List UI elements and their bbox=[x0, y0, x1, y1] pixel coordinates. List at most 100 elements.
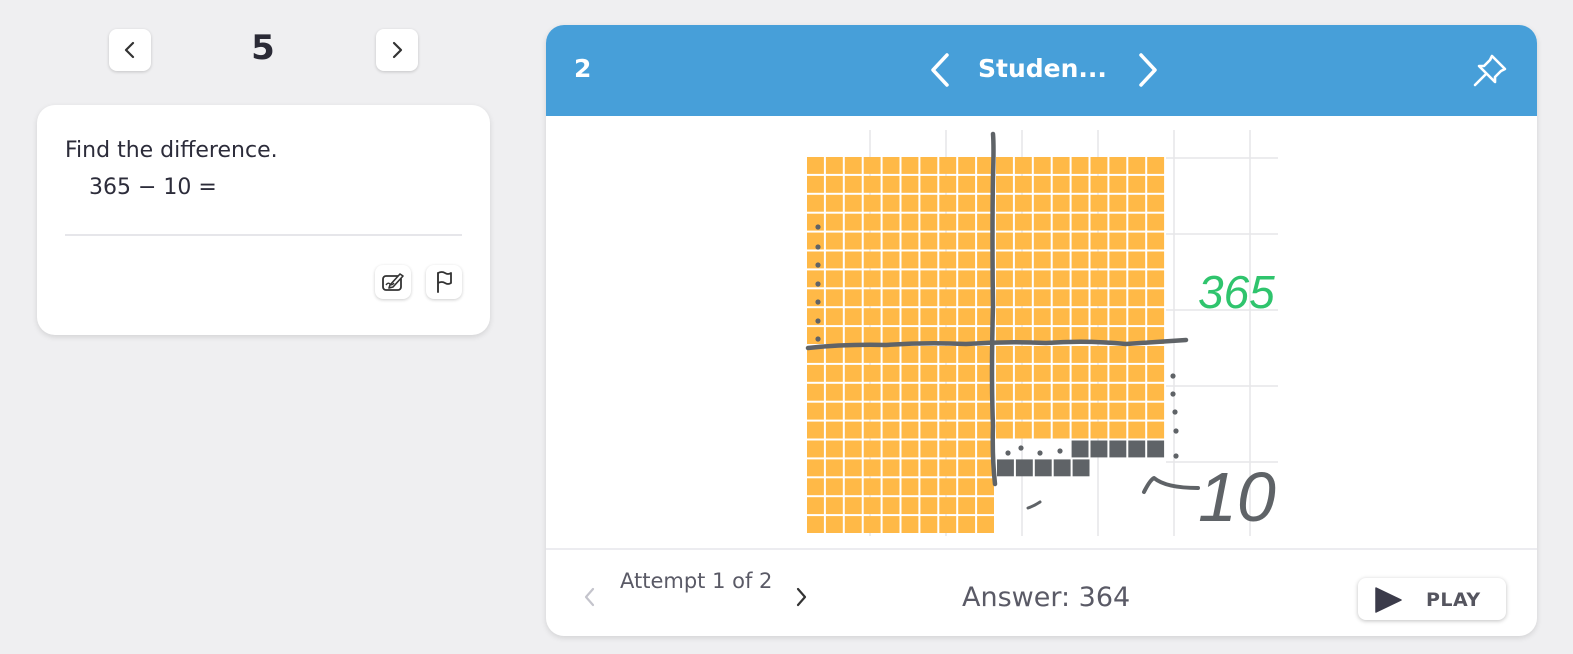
unit-block bbox=[863, 478, 881, 496]
unit-block bbox=[863, 497, 881, 515]
unit-block bbox=[807, 270, 824, 288]
unit-block bbox=[1014, 232, 1032, 250]
next-attempt-icon[interactable] bbox=[794, 586, 808, 608]
unit-block bbox=[1033, 364, 1051, 382]
ink-dot bbox=[815, 281, 821, 287]
prev-student-button[interactable] bbox=[926, 52, 956, 88]
unit-block bbox=[844, 497, 862, 515]
unit-block bbox=[1071, 157, 1089, 174]
ink-dot bbox=[815, 244, 821, 250]
unit-block bbox=[1128, 194, 1146, 212]
unit-block bbox=[825, 327, 843, 344]
play-button[interactable]: PLAY bbox=[1358, 578, 1506, 620]
unit-block bbox=[920, 383, 938, 401]
crossed-block bbox=[1053, 459, 1071, 477]
unit-block bbox=[920, 402, 938, 420]
prev-question-button[interactable] bbox=[109, 29, 151, 71]
unit-block bbox=[920, 270, 938, 288]
unit-block bbox=[996, 213, 1013, 231]
unit-block bbox=[882, 308, 900, 326]
unit-block bbox=[844, 516, 862, 533]
unit-block bbox=[1128, 175, 1146, 193]
unit-block bbox=[1052, 157, 1070, 174]
flag-icon bbox=[437, 271, 452, 293]
unit-block bbox=[939, 421, 957, 439]
unit-block bbox=[1128, 308, 1146, 326]
unit-block bbox=[920, 421, 938, 439]
edit-button[interactable] bbox=[375, 265, 411, 299]
unit-block bbox=[958, 175, 976, 193]
unit-block bbox=[958, 383, 976, 401]
unit-block bbox=[1109, 251, 1127, 269]
flag-button[interactable] bbox=[426, 265, 462, 299]
unit-block bbox=[1033, 213, 1051, 231]
unit-block bbox=[863, 194, 881, 212]
response-number: 2 bbox=[574, 54, 592, 83]
ink-dot bbox=[1170, 373, 1176, 379]
unit-block bbox=[844, 232, 862, 250]
unit-block bbox=[958, 497, 976, 515]
unit-block bbox=[1071, 213, 1089, 231]
unit-block bbox=[1071, 383, 1089, 401]
unit-block bbox=[901, 402, 919, 420]
play-icon bbox=[1375, 587, 1402, 613]
unit-block bbox=[825, 421, 843, 439]
unit-block bbox=[958, 421, 976, 439]
unit-block bbox=[825, 289, 843, 307]
unit-block bbox=[1071, 232, 1089, 250]
panel-footer: Attempt 1 of 2 Answer: 364 PLAY bbox=[546, 548, 1537, 636]
attempt-label: Attempt 1 of 2 bbox=[620, 569, 773, 593]
unit-block bbox=[958, 157, 976, 174]
unit-block bbox=[844, 364, 862, 382]
unit-block bbox=[1052, 194, 1070, 212]
unit-block bbox=[901, 289, 919, 307]
unit-block bbox=[901, 497, 919, 515]
question-prompt: Find the difference. bbox=[65, 138, 278, 163]
unit-block bbox=[825, 440, 843, 458]
unit-block bbox=[901, 251, 919, 269]
student-name[interactable]: Studen... bbox=[978, 54, 1107, 83]
unit-block bbox=[1033, 346, 1051, 363]
unit-block bbox=[920, 289, 938, 307]
ink-dot bbox=[1173, 428, 1179, 434]
unit-block bbox=[825, 232, 843, 250]
ink-dot bbox=[1057, 448, 1063, 454]
unit-block bbox=[1128, 383, 1146, 401]
unit-block bbox=[1014, 175, 1032, 193]
unit-block bbox=[1071, 364, 1089, 382]
unit-block bbox=[920, 232, 938, 250]
unit-block bbox=[807, 364, 824, 382]
unit-block bbox=[958, 308, 976, 326]
unit-block bbox=[807, 289, 824, 307]
unit-block bbox=[844, 175, 862, 193]
unit-block bbox=[825, 175, 843, 193]
unit-block bbox=[844, 440, 862, 458]
unit-block bbox=[977, 478, 994, 496]
unit-block bbox=[939, 289, 957, 307]
unit-block bbox=[939, 251, 957, 269]
unit-block bbox=[1071, 270, 1089, 288]
unit-block bbox=[1128, 270, 1146, 288]
response-panel: 2 Studen... 10 365 Attempt 1 of 2 Answer… bbox=[546, 25, 1537, 636]
ink-dot bbox=[1172, 409, 1178, 415]
pin-button[interactable] bbox=[1470, 51, 1510, 91]
unit-block bbox=[807, 251, 824, 269]
unit-block bbox=[1147, 402, 1165, 420]
unit-block bbox=[1052, 232, 1070, 250]
unit-block bbox=[825, 251, 843, 269]
prev-attempt-icon[interactable] bbox=[582, 586, 596, 608]
ink-dot bbox=[1170, 391, 1176, 397]
next-student-button[interactable] bbox=[1132, 52, 1162, 88]
next-question-button[interactable] bbox=[376, 29, 418, 71]
unit-block bbox=[882, 497, 900, 515]
unit-block bbox=[920, 346, 938, 363]
ink-dot bbox=[815, 299, 821, 305]
unit-block bbox=[1033, 289, 1051, 307]
unit-block bbox=[1052, 213, 1070, 231]
unit-block bbox=[1052, 175, 1070, 193]
unit-block bbox=[920, 516, 938, 533]
unit-block bbox=[1090, 251, 1108, 269]
unit-block bbox=[1090, 383, 1108, 401]
unit-block bbox=[1128, 421, 1146, 439]
unit-block bbox=[825, 459, 843, 477]
